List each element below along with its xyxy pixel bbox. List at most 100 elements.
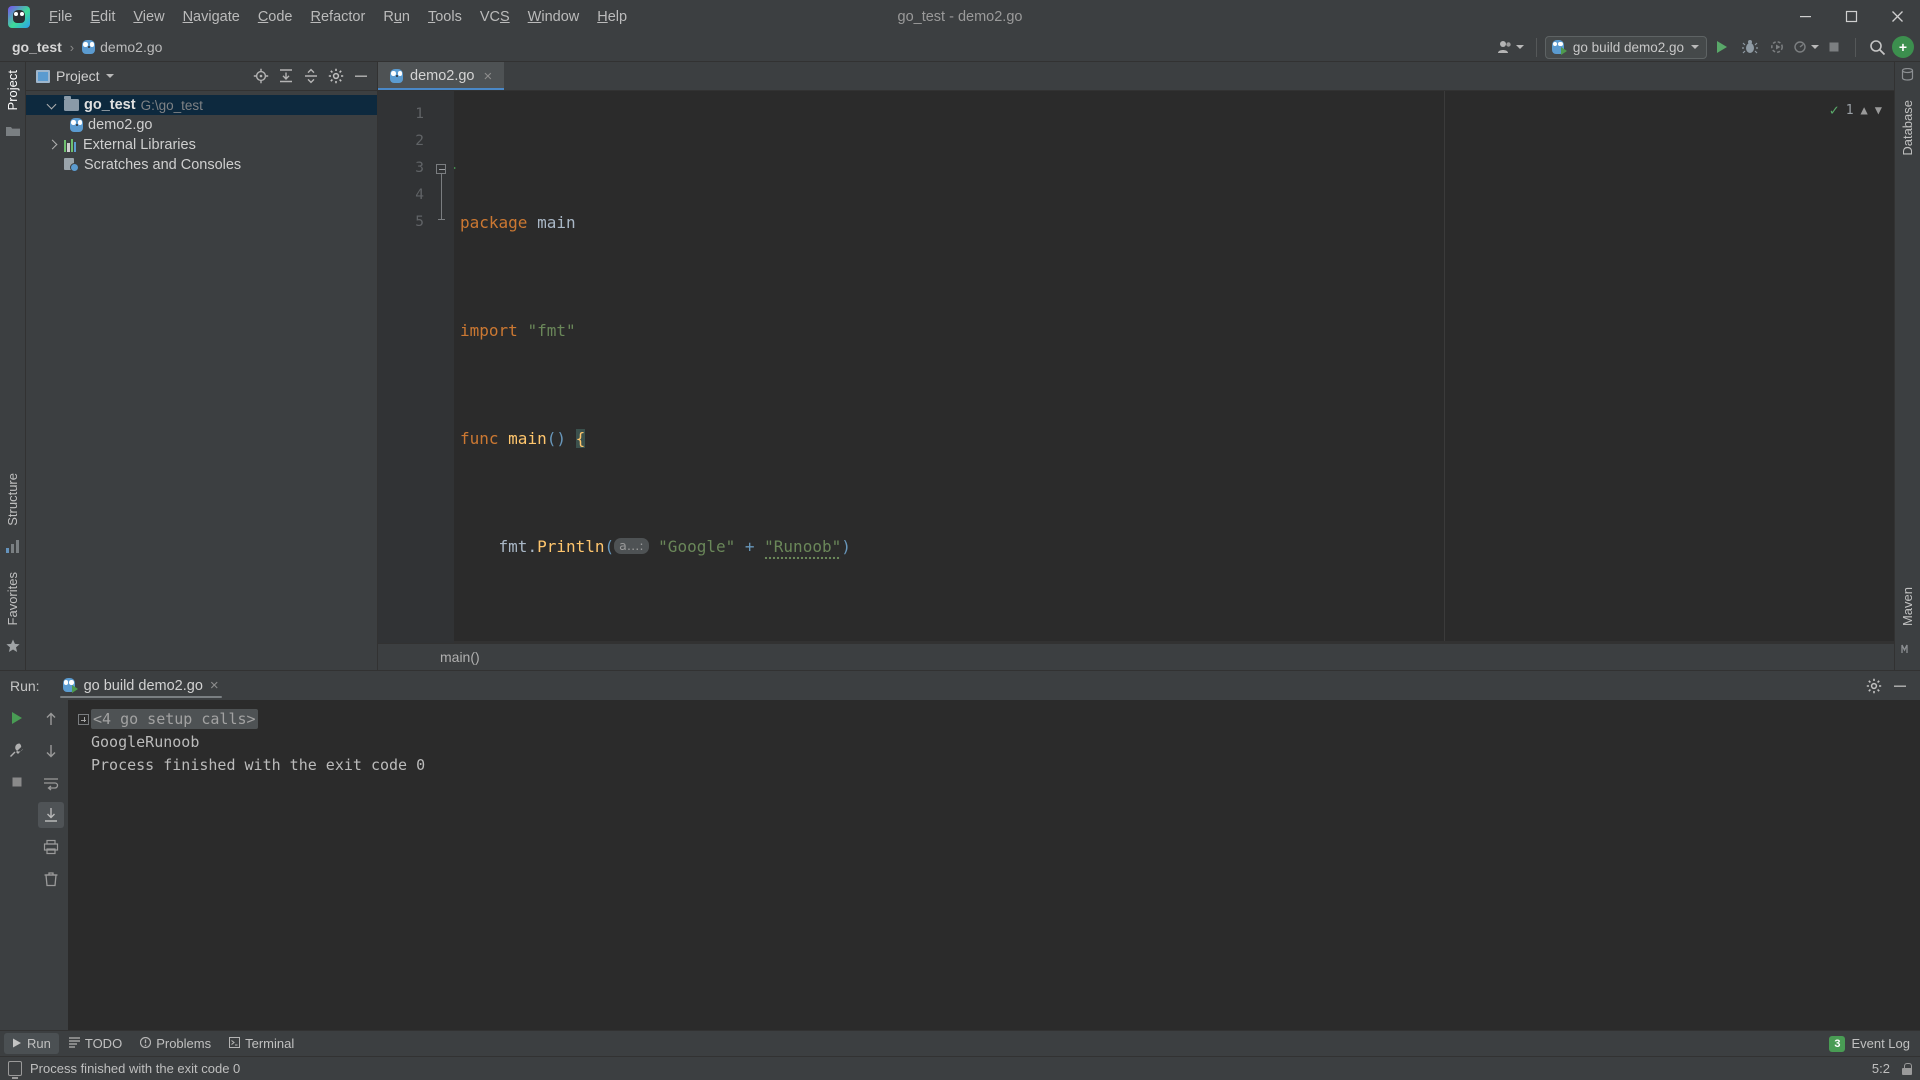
menu-refactor[interactable]: Refactor [302, 4, 375, 30]
tool-tab-database[interactable]: Database [1896, 92, 1919, 166]
status-indicator-icon[interactable] [8, 1061, 22, 1079]
chevron-collapsed-icon[interactable] [48, 140, 59, 151]
menu-navigate[interactable]: Navigate [174, 4, 249, 30]
editor-area[interactable]: 1 2 3 4 5 package main import "fmt" func… [378, 91, 1894, 643]
keyword-func: func [460, 429, 499, 448]
wrench-icon[interactable] [4, 738, 30, 762]
print-icon[interactable] [38, 834, 64, 860]
tree-node-demo2-go[interactable]: demo2.go [26, 115, 377, 135]
maximize-button[interactable] [1828, 0, 1874, 33]
minimize-button[interactable] [1782, 0, 1828, 33]
locate-icon[interactable] [249, 65, 273, 88]
menu-file[interactable]: File [40, 4, 81, 30]
debug-button[interactable] [1737, 36, 1763, 59]
console-collapsed-label[interactable]: <4 go setup calls> [91, 709, 258, 729]
editor-breadcrumb[interactable]: main() [378, 643, 1894, 670]
go-run-icon [1551, 39, 1567, 55]
maven-icon[interactable] [1901, 642, 1914, 660]
tab-demo2-go[interactable]: demo2.go × [378, 62, 505, 90]
chevron-expanded-icon[interactable] [48, 100, 59, 111]
tool-button-terminal[interactable]: Terminal [221, 1033, 302, 1054]
settings-icon[interactable] [324, 65, 348, 88]
line-number: 2 [415, 133, 424, 149]
run-with-coverage-button[interactable] [1765, 36, 1791, 59]
close-button[interactable] [1874, 0, 1920, 33]
hide-panel-icon[interactable] [349, 65, 373, 88]
run-configuration-selector[interactable]: go build demo2.go [1544, 35, 1707, 59]
run-button[interactable] [1709, 36, 1735, 59]
event-log-label[interactable]: Event Log [1851, 1036, 1910, 1051]
tree-node-go-test[interactable]: go_test G:\go_test [26, 95, 377, 115]
import-path: "fmt" [527, 321, 576, 340]
console-output[interactable]: <4 go setup calls> GoogleRunoob Process fi… [68, 700, 1920, 1030]
hide-panel-icon[interactable] [1888, 674, 1912, 697]
tool-tab-structure[interactable]: Structure [1, 465, 24, 534]
expand-all-icon[interactable] [274, 65, 298, 88]
menu-edit[interactable]: Edit [81, 4, 124, 30]
caret-position[interactable]: 5:2 [1872, 1061, 1890, 1076]
tool-button-label: Run [27, 1036, 51, 1051]
run-tab-go-build[interactable]: go build demo2.go × [54, 671, 228, 700]
settings-icon[interactable] [1862, 674, 1886, 697]
tool-button-run[interactable]: Run [4, 1033, 59, 1054]
tool-button-problems[interactable]: Problems [132, 1033, 219, 1054]
fold-toggle-icon[interactable] [436, 164, 446, 174]
close-icon[interactable]: × [210, 677, 219, 694]
tool-window-bar: Run TODO Problems Terminal 3 Event Log [0, 1030, 1920, 1056]
collapse-all-icon[interactable] [299, 65, 323, 88]
structure-icon[interactable] [6, 539, 19, 558]
menu-vcs[interactable]: VCS [471, 4, 519, 30]
stop-icon[interactable] [4, 770, 30, 794]
chevron-up-icon[interactable]: ▲ [1861, 97, 1868, 124]
tree-node-label: demo2.go [88, 117, 153, 133]
scroll-to-end-icon[interactable] [38, 802, 64, 828]
tree-node-scratches[interactable]: Scratches and Consoles [26, 155, 377, 175]
tool-tab-maven[interactable]: Maven [1896, 579, 1919, 636]
menu-run[interactable]: Run [374, 4, 419, 30]
database-icon[interactable] [1901, 67, 1914, 86]
search-icon[interactable] [1864, 36, 1890, 59]
menu-code[interactable]: Code [249, 4, 302, 30]
menu-tools[interactable]: Tools [419, 4, 471, 30]
menu-window[interactable]: Window [519, 4, 589, 30]
breadcrumb-project[interactable]: go_test [8, 37, 66, 57]
chevron-down-icon[interactable] [105, 74, 114, 78]
chevron-down-icon[interactable]: ▼ [1875, 97, 1882, 124]
clear-all-icon[interactable] [38, 866, 64, 892]
lock-icon[interactable] [1902, 1062, 1912, 1075]
updates-badge[interactable]: + [1892, 36, 1914, 58]
menu-view[interactable]: View [124, 4, 173, 30]
open-brace: { [575, 429, 586, 448]
close-icon[interactable]: × [482, 69, 495, 84]
breadcrumb-file[interactable]: demo2.go [78, 37, 166, 57]
window-controls [1782, 0, 1920, 33]
parameter-hint[interactable]: a…: [614, 538, 649, 554]
menu-help[interactable]: Help [588, 4, 636, 30]
tool-button-todo[interactable]: TODO [61, 1033, 130, 1054]
scroll-up-icon[interactable] [38, 706, 64, 732]
tool-tab-project[interactable]: Project [1, 62, 24, 118]
user-account-icon[interactable] [1493, 36, 1528, 59]
console-collapsed-row[interactable]: <4 go setup calls> [78, 708, 1920, 731]
rerun-icon[interactable] [4, 706, 30, 730]
expand-icon[interactable] [78, 714, 89, 725]
code-content[interactable]: package main import "fmt" func main() { … [454, 91, 1894, 643]
code-line-4: fmt.Println(a…: "Google" + "Runoob") [454, 533, 1894, 560]
star-icon[interactable] [5, 639, 20, 658]
tool-button-label: TODO [84, 1036, 123, 1051]
tree-node-external-libraries[interactable]: External Libraries [26, 135, 377, 155]
tool-tab-favorites[interactable]: Favorites [1, 564, 24, 633]
console-line-exit: Process finished with the exit code 0 [91, 756, 426, 774]
folder-icon[interactable] [5, 124, 20, 142]
event-log-area[interactable]: 3 Event Log [1829, 1035, 1920, 1052]
soft-wrap-icon[interactable] [38, 770, 64, 796]
inspection-widget[interactable]: ✓ 1 ▲ ▼ [1830, 97, 1882, 124]
profile-button[interactable] [1793, 36, 1819, 59]
status-bar: Process finished with the exit code 0 5:… [0, 1056, 1920, 1080]
stop-button[interactable] [1821, 36, 1847, 59]
run-tool-window: Run: go build demo2.go × <4 go setup cal… [0, 670, 1920, 1030]
function-name: main [508, 429, 547, 448]
code-line-1: package main [454, 209, 1894, 236]
scroll-down-icon[interactable] [38, 738, 64, 764]
code-line-3: func main() { [454, 425, 1894, 452]
